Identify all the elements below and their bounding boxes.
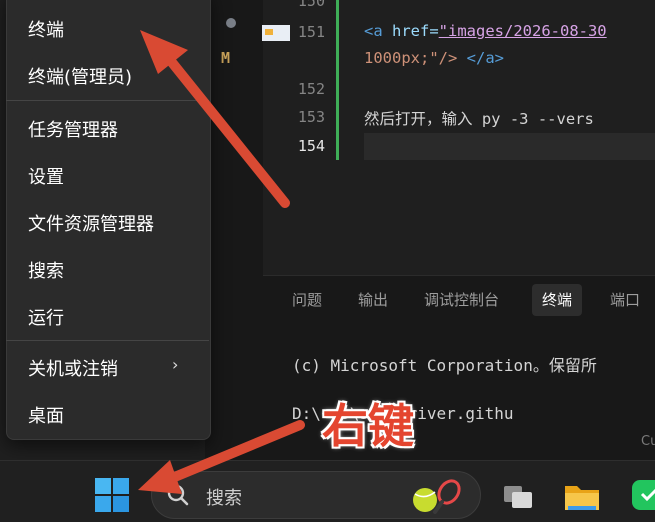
current-line-highlight [364,133,655,160]
git-gutter-added [336,0,339,160]
menu-divider [6,340,209,341]
git-modified-badge: M [221,49,231,67]
wechat-icon[interactable] [630,476,655,516]
task-view-icon[interactable] [498,476,538,516]
code-token-url[interactable]: "images/2026-08-30 [439,22,607,40]
menu-item-settings[interactable]: 设置 [28,163,64,189]
menu-item-desktop[interactable]: 桌面 [28,402,64,428]
tab-problems[interactable]: 问题 [282,284,332,316]
line-number: 152 [297,80,325,98]
windows-logo-icon[interactable] [95,478,129,512]
chevron-right-icon: › [172,355,179,374]
file-explorer-icon[interactable] [562,476,602,516]
annotation-right-click-label: 右键 [321,398,415,454]
menu-item-shutdown-signout[interactable]: 关机或注销 [28,355,118,381]
search-icon [167,484,189,506]
tab-terminal[interactable]: 终端 [532,284,583,316]
line-number-active: 154 [297,137,325,155]
line-number: 150 [297,0,325,10]
menu-item-search[interactable]: 搜索 [28,257,64,283]
menu-item-run[interactable]: 运行 [28,304,64,330]
tennis-highlight-icon[interactable] [409,476,467,516]
line-number: 151 [297,23,325,41]
line-number: 153 [297,108,325,126]
modified-dot-icon [226,18,236,28]
code-token-tag: </a> [457,49,504,67]
terminal-overflow-text: Cu [641,434,655,449]
menu-item-task-manager[interactable]: 任务管理器 [28,116,118,142]
tab-debug-console[interactable]: 调试控制台 [414,284,509,316]
code-line-153[interactable]: 然后打开，输入 py -3 --vers [364,107,594,129]
code-token-tag: <a [364,22,383,40]
code-line-151[interactable]: <a href="images/2026-08-30 [364,22,607,40]
explorer-sidebar [205,0,263,460]
menu-divider [6,100,209,101]
tab-output[interactable]: 输出 [348,284,398,316]
terminal-output-line: (c) Microsoft Corporation。保留所 [292,356,597,375]
tab-ports[interactable]: 端口 [600,284,650,316]
code-line-151-wrap[interactable]: 1000px;"/> </a> [364,49,504,67]
menu-item-terminal-admin[interactable]: 终端(管理员) [28,63,132,89]
search-placeholder: 搜索 [206,488,242,509]
code-token-attr: href= [382,22,439,40]
menu-item-file-explorer[interactable]: 文件资源管理器 [28,210,154,236]
code-token-string: 1000px;"/> [364,49,458,67]
menu-item-terminal[interactable]: 终端 [28,16,64,42]
